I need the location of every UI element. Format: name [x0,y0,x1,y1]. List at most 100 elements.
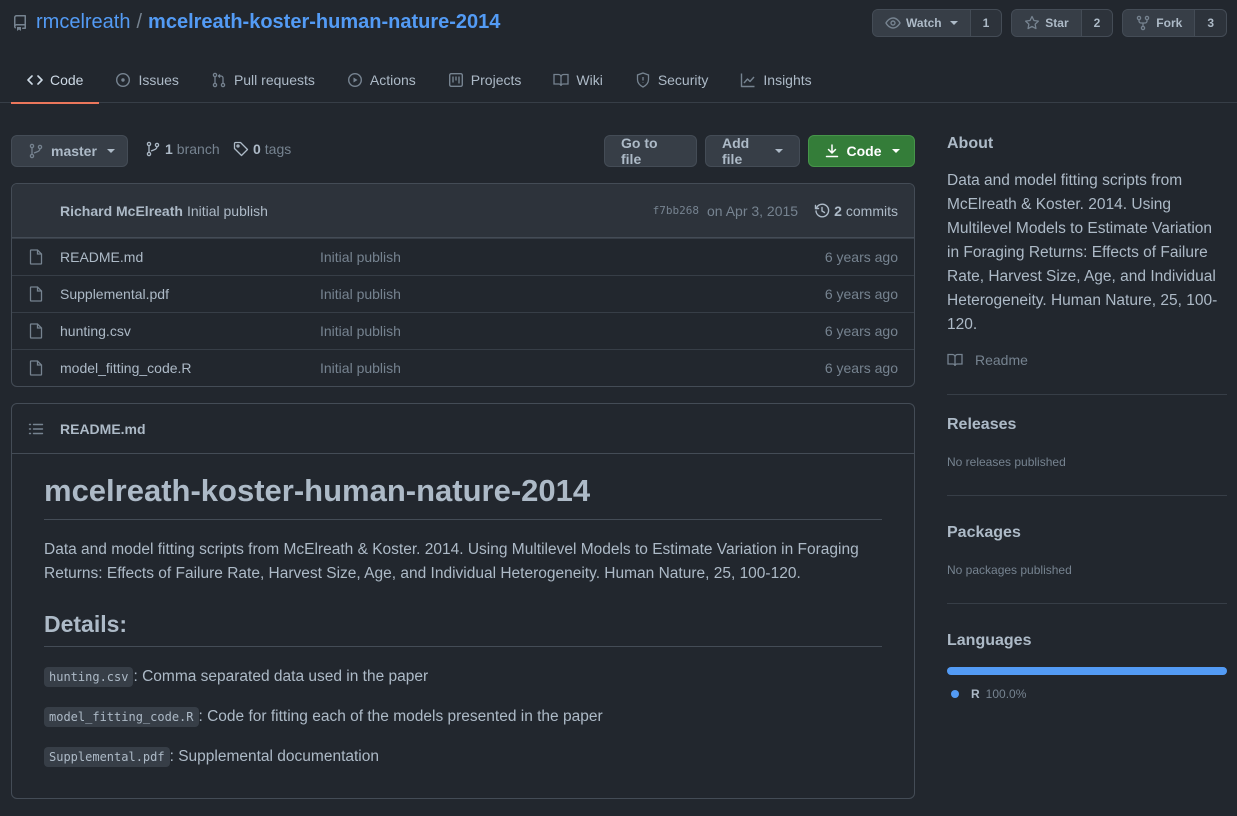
readme-file-title[interactable]: README.md [60,421,146,437]
file-commit-message[interactable]: Initial publish [320,360,401,376]
go-to-file-button[interactable]: Go to file [604,135,697,167]
repo-icon [12,14,28,31]
packages-heading[interactable]: Packages [947,524,1021,541]
commits-history-link[interactable]: 2 commits [814,203,898,219]
commit-count: 2 [834,202,842,219]
repo-separator: / [136,11,143,33]
readme-link[interactable]: Readme [947,352,1227,368]
star-label: Star [1045,16,1069,30]
readme-panel: README.md mcelreath-koster-human-nature-… [11,403,915,799]
languages-heading: Languages [947,632,1032,649]
file-icon [29,286,45,302]
releases-note: No releases published [947,455,1066,469]
tags-link[interactable]: 0 tags [233,141,291,157]
about-description: Data and model fitting scripts from McEl… [947,172,1218,333]
tab-insights[interactable]: Insights [724,56,827,103]
file-commit-message[interactable]: Initial publish [320,249,401,265]
file-name-link[interactable]: Supplemental.pdf [60,286,169,302]
about-section: About Data and model fitting scripts fro… [947,135,1227,394]
tab-pull-requests[interactable]: Pull requests [195,56,331,103]
tab-label: Issues [138,71,179,88]
about-heading: About [947,135,994,152]
branches-link[interactable]: 1 branch [145,141,220,157]
repo-header: rmcelreath / mcelreath-koster-human-natu… [0,0,1237,104]
code-download-button[interactable]: Code [808,135,915,167]
star-button[interactable]: Star [1012,10,1081,36]
tag-icon [233,141,249,157]
file-icon [29,249,45,265]
file-name-link[interactable]: README.md [60,249,143,265]
issue-icon [115,72,131,88]
star-count[interactable]: 2 [1080,10,1113,36]
fork-icon [1135,15,1151,31]
file-row[interactable]: README.md Initial publish 6 years ago [12,238,914,275]
repo-nav-tabs: Code Issues Pull requests Actions Projec… [11,56,828,104]
chevron-down-icon [106,149,115,153]
language-name: R [971,687,980,701]
inline-code: model_fitting_code.R [44,707,199,727]
shield-icon [635,71,651,88]
repo-owner-link[interactable]: rmcelreath [36,11,130,34]
releases-heading[interactable]: Releases [947,416,1016,433]
commit-sha[interactable]: f7bb268 [653,204,699,217]
file-commit-message[interactable]: Initial publish [320,286,401,302]
inline-code: Supplemental.pdf [44,747,170,767]
file-age: 6 years ago [824,249,898,265]
book-icon [553,72,570,88]
detail-text: : Code for fitting each of the models pr… [198,708,603,725]
commit-meta: f7bb268 on Apr 3, 2015 2 commits [653,203,898,219]
language-item-r[interactable]: R 100.0% [947,687,1227,701]
tab-issues[interactable]: Issues [99,56,194,103]
commit-author[interactable]: Richard McElreath [60,203,183,219]
file-name-link[interactable]: hunting.csv [60,323,131,339]
languages-section: Languages R 100.0% [947,604,1227,701]
readme-link-label: Readme [975,352,1028,368]
tab-security[interactable]: Security [619,56,725,103]
language-bar [947,667,1227,675]
packages-note: No packages published [947,563,1072,577]
fork-count[interactable]: 3 [1194,10,1226,36]
chevron-down-icon [891,149,900,153]
history-icon [814,202,830,219]
packages-section: Packages No packages published [947,496,1227,603]
code-button-label: Code [846,143,882,159]
tab-label: Insights [763,71,812,88]
watch-count[interactable]: 1 [969,10,1002,36]
tab-actions[interactable]: Actions [331,56,432,103]
tab-code[interactable]: Code [11,56,100,104]
book-icon [947,352,963,368]
latest-commit-bar: Richard McElreath Initial publish f7bb26… [12,184,914,238]
watch-button[interactable]: Watch [873,10,970,36]
repo-actions: Watch 1 Star 2 Fork 3 [872,9,1227,37]
list-icon[interactable] [28,421,44,437]
readme-body: mcelreath-koster-human-nature-2014 Data … [44,454,882,769]
readme-details-list: hunting.csv: Comma separated data used i… [44,665,882,769]
add-file-button[interactable]: Add file [705,135,800,167]
file-row[interactable]: hunting.csv Initial publish 6 years ago [12,312,914,349]
tab-wiki[interactable]: Wiki [537,56,618,103]
file-commit-message[interactable]: Initial publish [320,323,401,339]
tag-label: tags [264,141,292,157]
tab-projects[interactable]: Projects [432,56,538,103]
commit-label: commits [845,202,898,219]
commit-message[interactable]: Initial publish [187,203,268,219]
readme-detail-item: model_fitting_code.R: Code for fitting e… [44,705,882,729]
chevron-down-icon [949,21,958,25]
file-row[interactable]: Supplemental.pdf Initial publish 6 years… [12,275,914,312]
readme-header: README.md [12,404,914,454]
branch-select[interactable]: master [11,135,128,167]
chevron-down-icon [775,149,783,153]
file-icon [29,323,45,339]
branch-name: master [51,143,97,159]
tab-label: Pull requests [233,71,315,88]
tab-label: Actions [369,71,416,88]
fork-button[interactable]: Fork [1123,10,1195,36]
file-age: 6 years ago [824,360,898,376]
file-name-link[interactable]: model_fitting_code.R [60,360,192,376]
tab-label: Projects [470,71,522,88]
file-row[interactable]: model_fitting_code.R Initial publish 6 y… [12,349,914,386]
watch-label: Watch [906,16,942,30]
repo-name-link[interactable]: mcelreath-koster-human-nature-2014 [148,11,500,34]
commit-date: on Apr 3, 2015 [707,202,799,219]
file-list: Richard McElreath Initial publish f7bb26… [11,183,915,387]
